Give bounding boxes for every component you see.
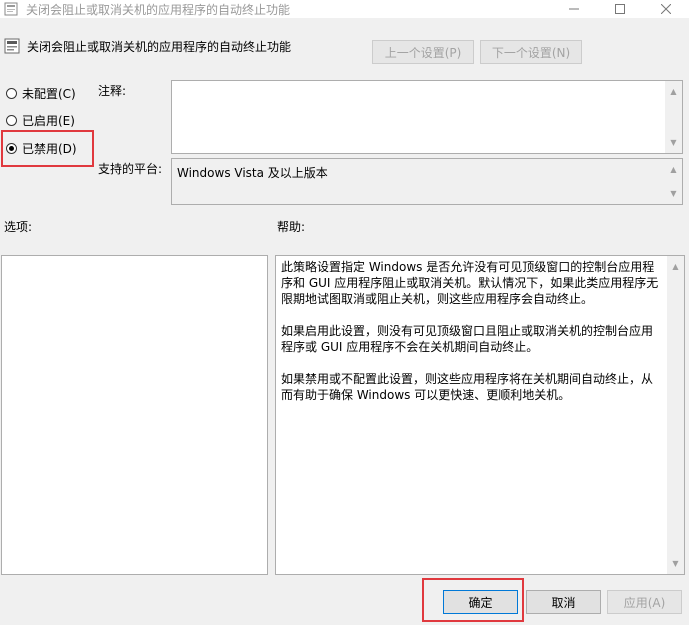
scroll-down-icon[interactable]: ▼ xyxy=(665,185,682,202)
policy-app-icon xyxy=(4,2,18,16)
help-paragraph: 如果禁用或不配置此设置，则这些应用程序将在关机期间自动终止，从而有助于确保 Wi… xyxy=(281,372,654,402)
ok-button[interactable]: 确定 xyxy=(443,590,518,614)
radio-enabled[interactable]: 已启用(E) xyxy=(6,111,75,129)
close-button[interactable] xyxy=(643,0,689,18)
cancel-button[interactable]: 取消 xyxy=(526,590,601,614)
radio-not-configured-label: 未配置(C) xyxy=(22,86,76,101)
platform-value: Windows Vista 及以上版本 xyxy=(177,166,328,180)
title-bar: 关闭会阻止或取消关机的应用程序的自动终止功能 xyxy=(0,0,689,18)
radio-not-configured[interactable]: 未配置(C) xyxy=(6,84,76,102)
scroll-up-icon[interactable]: ▲ xyxy=(665,161,682,178)
help-paragraph: 如果启用此设置，则没有可见顶级窗口且阻止或取消关机的控制台应用程序或 GUI 应… xyxy=(281,324,654,354)
scroll-up-icon[interactable]: ▲ xyxy=(665,83,682,100)
minimize-icon xyxy=(569,8,579,10)
platform-label: 支持的平台: xyxy=(98,162,163,176)
apply-button[interactable]: 应用(A) xyxy=(607,590,682,614)
radio-enabled-label: 已启用(E) xyxy=(22,113,75,128)
platform-scrollbar[interactable]: ▲ ▼ xyxy=(665,159,682,204)
help-text: 此策略设置指定 Windows 是否允许没有可见顶级窗口的控制台应用程序和 GU… xyxy=(281,259,664,419)
radio-disabled[interactable]: 已禁用(D) xyxy=(6,139,77,157)
minimize-button[interactable] xyxy=(551,0,597,18)
radio-disabled-indicator[interactable] xyxy=(6,142,17,154)
scroll-down-icon[interactable]: ▼ xyxy=(667,555,684,572)
previous-setting-button[interactable]: 上一个设置(P) xyxy=(372,40,474,64)
comment-textarea[interactable]: ▲ ▼ xyxy=(171,80,683,154)
window-title: 关闭会阻止或取消关机的应用程序的自动终止功能 xyxy=(26,3,291,17)
radio-not-configured-indicator[interactable] xyxy=(6,87,17,99)
close-icon xyxy=(661,4,671,14)
radio-disabled-label: 已禁用(D) xyxy=(22,141,77,156)
comment-label: 注释: xyxy=(98,84,127,98)
options-panel xyxy=(1,255,268,575)
platform-field: Windows Vista 及以上版本 ▲ ▼ xyxy=(171,158,683,205)
help-panel: 此策略设置指定 Windows 是否允许没有可见顶级窗口的控制台应用程序和 GU… xyxy=(275,255,685,575)
comment-scrollbar[interactable]: ▲ ▼ xyxy=(665,81,682,153)
options-label: 选项: xyxy=(4,220,33,234)
scroll-down-icon[interactable]: ▼ xyxy=(665,134,682,151)
maximize-button[interactable] xyxy=(597,0,643,18)
next-setting-button[interactable]: 下一个设置(N) xyxy=(480,40,582,64)
help-scrollbar[interactable]: ▲ ▼ xyxy=(667,256,684,574)
maximize-icon xyxy=(615,4,625,14)
policy-setting-icon xyxy=(4,38,20,54)
help-label: 帮助: xyxy=(277,220,306,234)
policy-name: 关闭会阻止或取消关机的应用程序的自动终止功能 xyxy=(27,40,292,54)
radio-enabled-indicator[interactable] xyxy=(6,114,17,126)
scroll-up-icon[interactable]: ▲ xyxy=(667,258,684,275)
help-paragraph: 此策略设置指定 Windows 是否允许没有可见顶级窗口的控制台应用程序和 GU… xyxy=(281,260,659,306)
